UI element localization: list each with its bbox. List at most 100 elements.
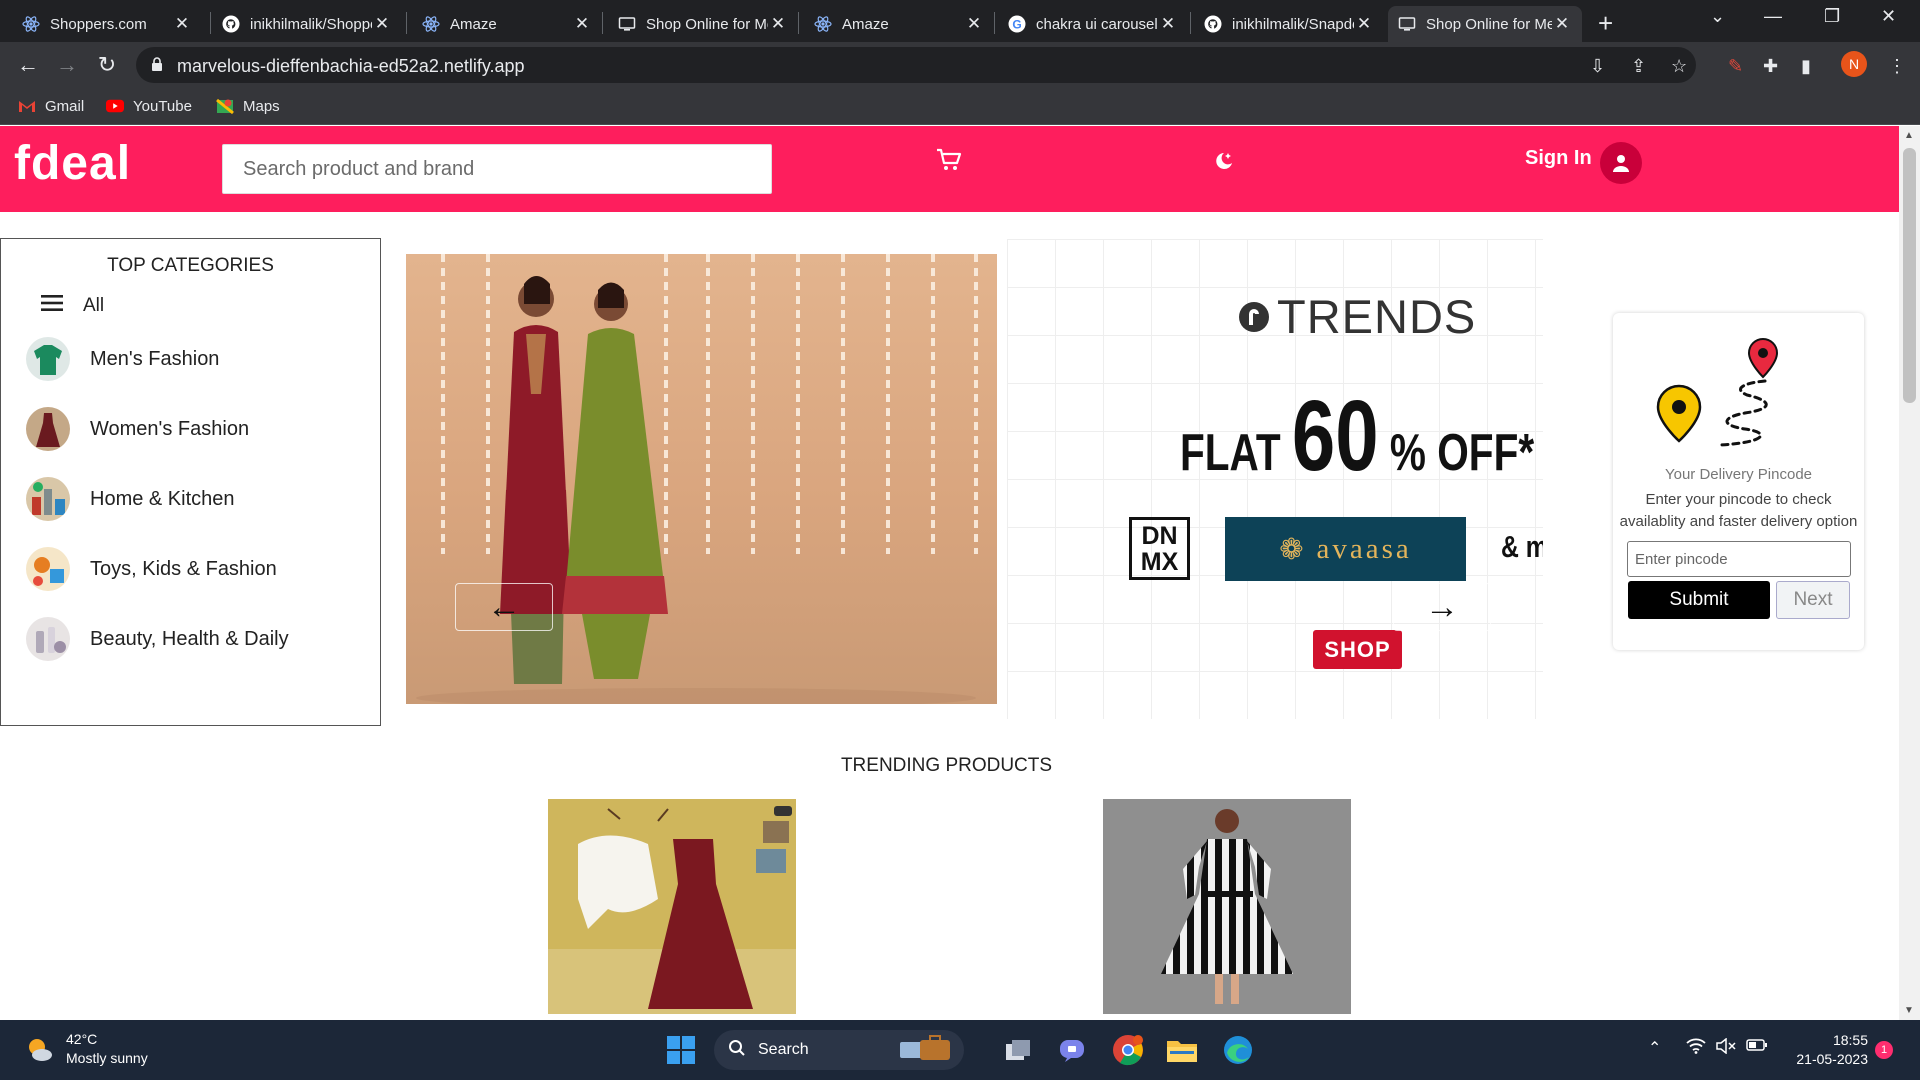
show-hidden-icons-chevron-icon[interactable]: ⌃ — [1648, 1038, 1661, 1058]
new-tab-button[interactable]: + — [1598, 8, 1613, 39]
restore-icon[interactable]: ❐ — [1824, 6, 1840, 27]
category-womens-fashion[interactable]: Women's Fashion — [26, 407, 249, 451]
chrome-icon[interactable] — [1108, 1030, 1148, 1070]
react-icon — [814, 15, 832, 33]
windows-start-icon[interactable] — [661, 1030, 701, 1070]
scroll-down-arrow-icon[interactable]: ▼ — [1904, 1005, 1914, 1016]
close-icon[interactable]: ✕ — [172, 14, 192, 34]
shop-now-button[interactable]: SHOP — [1313, 630, 1402, 669]
category-beauty-health[interactable]: Beauty, Health & Daily — [26, 617, 289, 661]
category-mens-fashion[interactable]: Men's Fashion — [26, 337, 219, 381]
menu-kebab-icon[interactable]: ⋮ — [1888, 56, 1906, 77]
trends-logo-icon — [1239, 301, 1269, 332]
install-app-icon[interactable]: ⇩ — [1590, 56, 1605, 77]
scrollbar-thumb[interactable] — [1903, 148, 1916, 403]
tab-title: Shop Online for Men — [646, 15, 768, 33]
notification-badge[interactable]: 1 — [1875, 1041, 1893, 1059]
extensions-puzzle-icon[interactable]: ✚ — [1763, 56, 1778, 77]
tab-github-snapdeal[interactable]: inikhilmalik/Snapdeal ✕ — [1194, 6, 1384, 42]
womens-fashion-thumbnail — [26, 407, 70, 451]
bookmark-youtube[interactable]: YouTube — [106, 97, 192, 115]
lock-icon[interactable] — [150, 56, 164, 77]
weather-temperature: 42°C — [66, 1031, 98, 1047]
category-all[interactable]: All — [41, 295, 104, 317]
categories-title: TOP CATEGORIES — [107, 255, 274, 276]
carousel-prev-arrow-icon[interactable]: ← — [455, 583, 553, 631]
pincode-next-button[interactable]: Next — [1776, 581, 1850, 619]
close-icon[interactable]: ✕ — [1354, 14, 1374, 34]
sign-in-link[interactable]: Sign In — [1525, 147, 1592, 170]
file-explorer-icon[interactable] — [1162, 1030, 1202, 1070]
site-logo[interactable]: fdeal — [14, 136, 131, 191]
close-icon[interactable]: ✕ — [372, 14, 392, 34]
back-arrow-icon[interactable]: ← — [14, 52, 42, 78]
category-home-kitchen[interactable]: Home & Kitchen — [26, 477, 235, 521]
address-bar[interactable]: marvelous-dieffenbachia-ed52a2.netlify.a… — [136, 47, 1696, 83]
delivery-pincode-card: Your Delivery Pincode Enter your pincode… — [1613, 313, 1864, 650]
tab-shop-online-1[interactable]: Shop Online for Men ✕ — [608, 6, 798, 42]
page-scrollbar[interactable]: ▲ ▼ — [1899, 126, 1920, 1020]
tab-divider — [994, 12, 995, 34]
close-icon[interactable]: ✕ — [1552, 14, 1572, 34]
close-icon[interactable]: ✕ — [572, 14, 592, 34]
tab-title: Amaze — [842, 15, 889, 33]
clock-date: 21-05-2023 — [1796, 1051, 1868, 1067]
tab-amaze-2[interactable]: Amaze ✕ — [804, 6, 994, 42]
cart-icon[interactable] — [936, 148, 962, 177]
taskbar-search[interactable]: Search — [714, 1030, 964, 1070]
category-label: Women's Fashion — [90, 417, 250, 440]
search-box[interactable] — [222, 144, 772, 194]
search-input[interactable] — [223, 145, 771, 193]
url-text: marvelous-dieffenbachia-ed52a2.netlify.a… — [177, 56, 525, 76]
close-icon[interactable]: ✕ — [964, 14, 984, 34]
bookmark-star-icon[interactable]: ☆ — [1671, 56, 1687, 77]
carousel-next-arrow-icon[interactable]: → — [1393, 583, 1491, 631]
taskbar-clock[interactable]: 18:55 21-05-2023 — [1778, 1031, 1868, 1069]
product-image-striped-dress — [1103, 799, 1351, 1014]
trends-brand-logo: TRENDS — [1237, 289, 1476, 344]
minimize-icon[interactable]: — — [1764, 6, 1782, 27]
category-toys-kids[interactable]: Toys, Kids & Fashion — [26, 547, 277, 591]
edge-icon[interactable] — [1218, 1030, 1258, 1070]
pincode-input[interactable] — [1627, 541, 1851, 577]
search-icon — [728, 1039, 746, 1062]
product-card[interactable] — [548, 799, 796, 1014]
bookmark-gmail[interactable]: Gmail — [18, 97, 84, 115]
dark-mode-moon-icon[interactable] — [1213, 150, 1235, 177]
extension-pen-icon[interactable]: ✎ — [1728, 56, 1743, 77]
tab-divider — [798, 12, 799, 34]
forward-arrow-icon[interactable]: → — [53, 52, 81, 78]
close-icon[interactable]: ✕ — [768, 14, 788, 34]
tab-shoppers[interactable]: Shoppers.com ✕ — [12, 6, 202, 42]
reload-icon[interactable]: ↻ — [93, 52, 121, 78]
ethnic-wear-banner-image[interactable] — [406, 254, 997, 704]
task-view-icon[interactable] — [998, 1030, 1038, 1070]
tab-shop-online-active[interactable]: Shop Online for Men ✕ — [1388, 6, 1582, 42]
weather-widget[interactable]: 42°C Mostly sunny — [24, 1030, 148, 1068]
close-window-icon[interactable]: ✕ — [1881, 6, 1896, 27]
tab-search-chevron-icon[interactable]: ⌄ — [1710, 6, 1725, 27]
side-panel-icon[interactable]: ▮ — [1801, 56, 1811, 77]
delivery-route-pins-icon — [1656, 337, 1779, 447]
tab-google-chakra[interactable]: G chakra ui carousel ✕ — [998, 6, 1188, 42]
weather-description: Mostly sunny — [66, 1050, 148, 1066]
scroll-up-arrow-icon[interactable]: ▲ — [1904, 130, 1914, 141]
close-icon[interactable]: ✕ — [1158, 14, 1178, 34]
gmail-icon — [18, 97, 36, 115]
battery-icon[interactable] — [1746, 1038, 1768, 1057]
maps-icon — [216, 97, 234, 115]
trends-sale-banner[interactable]: TRENDS FLAT 60 % OFF* DN MX ❁ avaasa & m… — [1007, 239, 1543, 719]
wifi-icon[interactable] — [1686, 1038, 1706, 1059]
profile-avatar[interactable]: N — [1841, 51, 1867, 77]
share-icon[interactable]: ⇪ — [1631, 56, 1646, 77]
category-label: Beauty, Health & Daily — [90, 627, 289, 650]
teams-chat-icon[interactable] — [1052, 1030, 1092, 1070]
tab-amaze[interactable]: Amaze ✕ — [412, 6, 602, 42]
pincode-submit-button[interactable]: Submit — [1628, 581, 1770, 619]
bookmark-maps[interactable]: Maps — [216, 97, 280, 115]
volume-muted-icon[interactable] — [1716, 1037, 1736, 1059]
tab-github-shoppers[interactable]: inikhilmalik/Shoppers ✕ — [212, 6, 402, 42]
bookmarks-bar: Gmail YouTube Maps — [0, 88, 1920, 125]
user-avatar-icon[interactable] — [1600, 142, 1642, 184]
product-card[interactable] — [1103, 799, 1351, 1014]
